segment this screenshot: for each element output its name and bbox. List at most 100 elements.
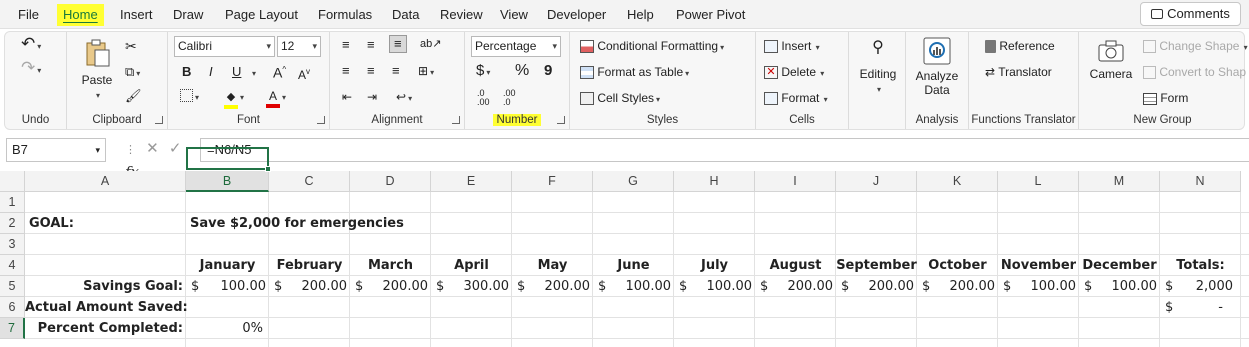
cancel-icon[interactable]: ✕: [146, 140, 159, 157]
copy-button[interactable]: ⧉ ▾: [125, 64, 140, 82]
month-header[interactable]: September: [836, 255, 917, 276]
savings-goal-cell[interactable]: $100.00: [186, 276, 269, 297]
form-button[interactable]: Form: [1143, 90, 1188, 106]
savings-goal-cell[interactable]: $200.00: [269, 276, 350, 297]
top-align-button[interactable]: ≡: [342, 37, 350, 53]
column-header-k[interactable]: K: [917, 171, 998, 192]
comments-button[interactable]: Comments: [1140, 2, 1241, 26]
decrease-decimal-button[interactable]: .00.0: [503, 89, 516, 107]
analyze-data-button[interactable]: Analyze Data: [912, 36, 962, 97]
column-header-e[interactable]: E: [431, 171, 512, 192]
orientation-button[interactable]: ab↗: [420, 36, 441, 52]
month-header[interactable]: May: [512, 255, 593, 276]
insert-cells-button[interactable]: Insert ▾: [764, 38, 820, 56]
tab-home[interactable]: Home: [57, 4, 104, 26]
reference-button[interactable]: Reference: [985, 38, 1055, 54]
month-header[interactable]: April: [431, 255, 512, 276]
actual-amount-label[interactable]: Actual Amount Saved:: [25, 297, 188, 318]
tab-developer[interactable]: Developer: [541, 4, 612, 26]
month-header[interactable]: February: [269, 255, 350, 276]
tab-draw[interactable]: Draw: [167, 4, 209, 26]
cut-button[interactable]: ✂: [125, 38, 137, 54]
column-header-d[interactable]: D: [350, 171, 431, 192]
undo-button[interactable]: ↶ ▾: [21, 35, 41, 55]
camera-button[interactable]: Camera: [1087, 40, 1135, 82]
savings-goal-cell[interactable]: $100.00: [1079, 276, 1160, 297]
savings-goal-cell[interactable]: $200.00: [755, 276, 836, 297]
format-cells-button[interactable]: Format ▾: [764, 90, 828, 108]
merge-center-button[interactable]: ⊞ ▾: [418, 63, 434, 81]
grow-font-button[interactable]: A^: [273, 62, 286, 81]
column-header-g[interactable]: G: [593, 171, 674, 192]
align-right-button[interactable]: ≡: [392, 63, 400, 79]
wrap-text-button[interactable]: ↩ ▾: [396, 89, 412, 107]
font-size-select[interactable]: 12 ▾: [277, 36, 321, 57]
column-header-h[interactable]: H: [674, 171, 755, 192]
fill-color-button[interactable]: ◆ ▾: [224, 88, 244, 109]
increase-indent-button[interactable]: ⇥: [367, 89, 377, 105]
select-all-corner[interactable]: [0, 171, 25, 192]
worksheet-grid[interactable]: A B C D E F G H I J K L M N 1 2 3 4 5 6 7 GOAL: Save $2,000 fo…: [0, 171, 1249, 347]
month-header[interactable]: December: [1079, 255, 1160, 276]
savings-goal-cell[interactable]: $300.00: [431, 276, 512, 297]
delete-cells-button[interactable]: ✕ Delete ▾: [764, 64, 824, 82]
column-header-i[interactable]: I: [755, 171, 836, 192]
decrease-indent-button[interactable]: ⇤: [342, 89, 352, 105]
tab-help[interactable]: Help: [621, 4, 660, 26]
goal-label[interactable]: GOAL:: [29, 213, 74, 234]
row-header-4[interactable]: 4: [0, 255, 25, 276]
align-center-button[interactable]: ≡: [367, 63, 375, 79]
cell-styles-button[interactable]: Cell Styles ▾: [580, 90, 660, 108]
paste-button[interactable]: Paste ▾: [79, 38, 115, 104]
bottom-align-button[interactable]: ≡: [389, 35, 407, 53]
italic-button[interactable]: I: [209, 64, 213, 80]
month-header[interactable]: March: [350, 255, 431, 276]
editing-button[interactable]: ⚲ Editing ▾: [857, 40, 899, 98]
change-shape-button[interactable]: Change Shape ▾: [1143, 38, 1248, 56]
row-header-5[interactable]: 5: [0, 276, 25, 297]
tab-file[interactable]: File: [12, 4, 45, 26]
clipboard-launcher-icon[interactable]: [155, 116, 163, 124]
align-left-button[interactable]: ≡: [342, 63, 350, 79]
column-header-b[interactable]: B: [186, 171, 269, 192]
month-header[interactable]: June: [593, 255, 674, 276]
column-header-a[interactable]: A: [25, 171, 186, 192]
comma-style-button[interactable]: 9: [544, 63, 552, 79]
font-color-button[interactable]: A ▾: [266, 88, 286, 108]
savings-goal-cell[interactable]: $100.00: [593, 276, 674, 297]
redo-button[interactable]: ↷ ▾: [21, 59, 41, 79]
convert-to-shape-button[interactable]: Convert to Shape: [1143, 64, 1246, 80]
tab-data[interactable]: Data: [386, 4, 425, 26]
currency-button[interactable]: $ ▾: [476, 63, 490, 81]
savings-goal-cell[interactable]: $200.00: [836, 276, 917, 297]
percent-completed-label[interactable]: Percent Completed:: [25, 318, 186, 339]
row-header-6[interactable]: 6: [0, 297, 25, 318]
savings-goal-label[interactable]: Savings Goal:: [25, 276, 186, 297]
enter-icon[interactable]: ✓: [169, 140, 182, 157]
savings-goal-cell[interactable]: $200.00: [917, 276, 998, 297]
savings-goal-cell[interactable]: $200.00: [350, 276, 431, 297]
column-header-m[interactable]: M: [1079, 171, 1160, 192]
font-name-select[interactable]: Calibri ▾: [174, 36, 275, 57]
column-header-c[interactable]: C: [269, 171, 350, 192]
month-header[interactable]: August: [755, 255, 836, 276]
font-launcher-icon[interactable]: [317, 116, 325, 124]
alignment-launcher-icon[interactable]: [452, 116, 460, 124]
row-header-2[interactable]: 2: [0, 213, 25, 234]
column-header-l[interactable]: L: [998, 171, 1079, 192]
savings-goal-cell[interactable]: $100.00: [998, 276, 1079, 297]
tab-formulas[interactable]: Formulas: [312, 4, 378, 26]
month-header[interactable]: July: [674, 255, 755, 276]
percent-completed-value[interactable]: 0%: [186, 318, 269, 339]
month-header[interactable]: October: [917, 255, 998, 276]
goal-text[interactable]: Save $2,000 for emergencies: [190, 213, 404, 234]
column-header-j[interactable]: J: [836, 171, 917, 192]
totals-header[interactable]: Totals:: [1160, 255, 1241, 276]
underline-button[interactable]: U: [232, 64, 241, 80]
formula-input[interactable]: =N6/N5: [200, 138, 1249, 162]
number-format-select[interactable]: Percentage ▾: [471, 36, 561, 57]
format-as-table-button[interactable]: Format as Table ▾: [580, 64, 689, 82]
shrink-font-button[interactable]: Av: [298, 64, 310, 83]
format-painter-button[interactable]: 🖌: [125, 88, 142, 104]
actual-total-cell[interactable]: $ -: [1160, 297, 1241, 318]
